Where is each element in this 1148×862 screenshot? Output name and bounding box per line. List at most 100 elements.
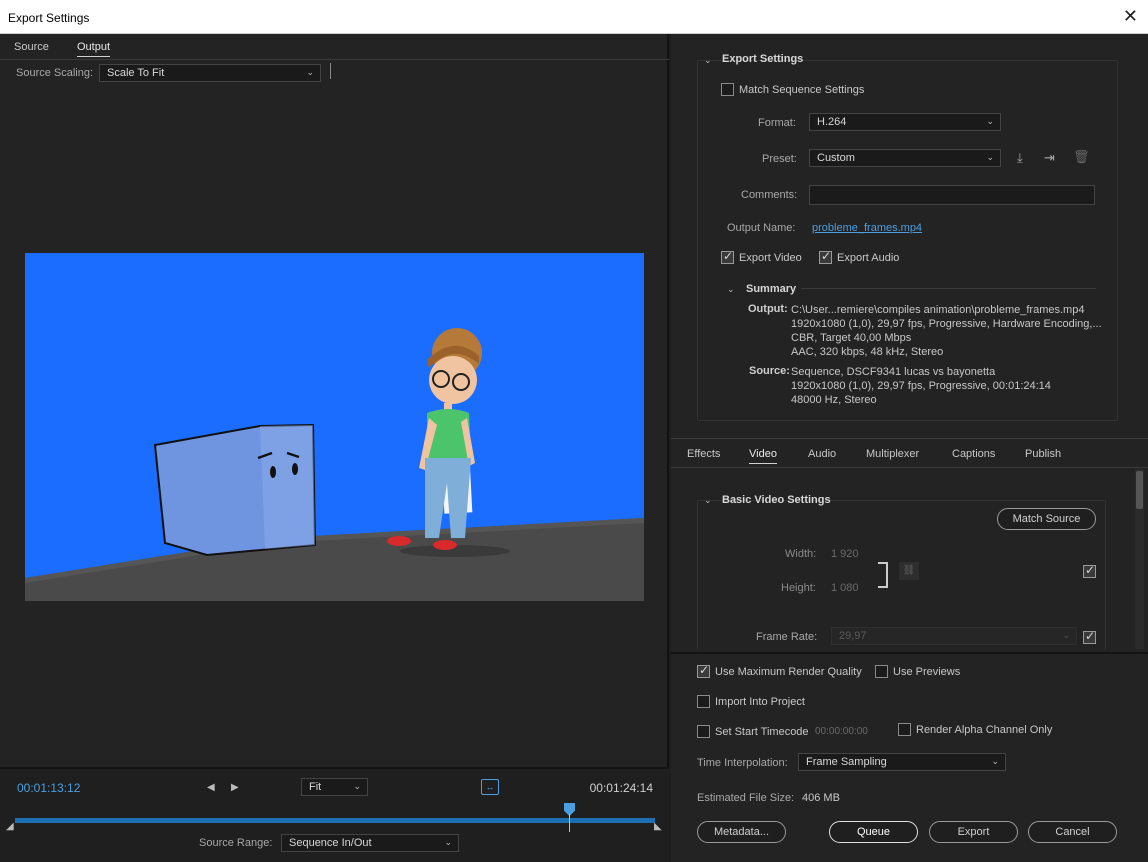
preset-label: Preset:: [762, 153, 797, 165]
import-into-project-checkbox[interactable]: [697, 695, 710, 708]
export-options: Use Maximum Render Quality Use Previews …: [671, 652, 1148, 862]
in-point-icon[interactable]: ◢: [6, 821, 14, 832]
render-alpha-label: Render Alpha Channel Only: [916, 724, 1053, 736]
import-preset-icon[interactable]: ⇥: [1044, 150, 1055, 166]
format-dropdown[interactable]: H.264 ⌄: [809, 113, 1001, 131]
chevron-down-icon[interactable]: ⌄: [704, 55, 712, 66]
metadata-button[interactable]: Metadata...: [697, 821, 786, 843]
output-name-label: Output Name:: [727, 222, 796, 234]
out-point-icon[interactable]: ◣: [654, 821, 662, 832]
source-range-value: Sequence In/Out: [289, 837, 372, 849]
start-timecode-checkbox[interactable]: [697, 725, 710, 738]
zoom-value: Fit: [309, 781, 322, 793]
chevron-down-icon: ⌄: [444, 837, 452, 847]
frame-rate-override-checkbox[interactable]: [1083, 629, 1096, 644]
export-button[interactable]: Export: [929, 821, 1018, 843]
render-alpha-checkbox[interactable]: [898, 723, 911, 736]
file-size-value: 406 MB: [802, 792, 840, 804]
summary-output-line: 1920x1080 (1,0), 29,97 fps, Progressive,…: [791, 318, 1102, 330]
tab-video[interactable]: Video: [749, 448, 777, 464]
dimension-bracket: [878, 562, 888, 588]
source-range-dropdown[interactable]: Sequence In/Out ⌄: [281, 834, 459, 852]
match-sequence-label: Match Sequence Settings: [739, 84, 865, 96]
summary-source-label: Source:: [749, 365, 790, 377]
comments-input[interactable]: [809, 185, 1095, 205]
current-timecode[interactable]: 00:01:13:12: [17, 781, 80, 795]
tab-audio[interactable]: Audio: [808, 448, 836, 460]
zoom-dropdown[interactable]: Fit ⌄: [301, 778, 368, 796]
height-label: Height:: [781, 582, 816, 594]
source-scaling-dropdown[interactable]: Scale To Fit ⌄: [99, 64, 321, 82]
link-icon[interactable]: ⛓: [899, 562, 919, 580]
source-scaling-value: Scale To Fit: [107, 67, 165, 79]
settings-pane: ⌄ Export Settings Match Sequence Setting…: [671, 34, 1148, 862]
window-title: Export Settings: [8, 11, 90, 25]
cancel-button[interactable]: Cancel: [1028, 821, 1117, 843]
chevron-down-icon[interactable]: ⌄: [727, 284, 735, 295]
import-into-project-label: Import Into Project: [715, 696, 805, 708]
start-timecode-value[interactable]: 00:00:00:00: [815, 726, 868, 737]
summary-output-line: CBR, Target 40,00 Mbps: [791, 332, 912, 344]
frame-rate-dropdown[interactable]: 29,97 ⌄: [831, 627, 1077, 645]
settings-scrollbar-thumb[interactable]: [1136, 471, 1143, 509]
summary-source-line: 48000 Hz, Stereo: [791, 394, 877, 406]
export-video-checkbox[interactable]: [721, 249, 734, 264]
use-previews-checkbox[interactable]: [875, 665, 888, 678]
summary-source-line: 1920x1080 (1,0), 29,97 fps, Progressive,…: [791, 380, 1051, 392]
start-timecode-label: Set Start Timecode: [715, 726, 809, 738]
export-audio-label: Export Audio: [837, 252, 900, 264]
step-back-icon[interactable]: ◀: [207, 782, 215, 793]
end-timecode: 00:01:24:14: [589, 781, 653, 795]
fit-frame-icon[interactable]: ↔: [481, 779, 499, 795]
tab-multiplexer[interactable]: Multiplexer: [866, 448, 919, 460]
preview-pane: Source Output Source Scaling: Scale To F…: [0, 34, 669, 862]
chevron-down-icon: ⌄: [1062, 630, 1070, 640]
width-value[interactable]: 1 920: [831, 548, 859, 560]
video-preview: [25, 253, 644, 601]
source-scaling-label: Source Scaling:: [16, 67, 94, 79]
tab-effects[interactable]: Effects: [687, 448, 720, 460]
source-scaling-row: Source Scaling: Scale To Fit ⌄: [0, 61, 669, 85]
source-range-label: Source Range:: [199, 837, 273, 849]
output-name-link[interactable]: probleme_frames.mp4: [812, 222, 922, 234]
close-icon[interactable]: ✕: [1123, 6, 1138, 27]
step-forward-icon[interactable]: ▶: [231, 782, 239, 793]
preset-dropdown[interactable]: Custom ⌄: [809, 149, 1001, 167]
time-interpolation-dropdown[interactable]: Frame Sampling ⌄: [798, 753, 1006, 771]
divider: [330, 63, 331, 79]
comments-label: Comments:: [741, 189, 798, 201]
dimensions-override-checkbox[interactable]: [1083, 563, 1096, 578]
frame-rate-value: 29,97: [839, 630, 867, 642]
match-sequence-checkbox[interactable]: [721, 83, 734, 96]
timeline-scrubber[interactable]: [15, 818, 655, 823]
tab-publish[interactable]: Publish: [1025, 448, 1061, 460]
tab-captions[interactable]: Captions: [952, 448, 995, 460]
tab-source[interactable]: Source: [14, 41, 49, 53]
use-previews-label: Use Previews: [893, 666, 961, 678]
chevron-down-icon: ⌄: [986, 152, 994, 162]
max-render-quality-label: Use Maximum Render Quality: [715, 666, 862, 678]
height-value[interactable]: 1 080: [831, 582, 859, 594]
delete-preset-icon[interactable]: 🗑: [1073, 149, 1090, 165]
settings-tabs: Effects Video Audio Multiplexer Captions…: [671, 438, 1148, 468]
summary-output-line: C:\User...remiere\compiles animation\pro…: [791, 304, 1085, 316]
summary-output-details: C:\User...remiere\compiles animation\pro…: [791, 303, 1102, 359]
cube-character: [153, 423, 317, 557]
match-source-button[interactable]: Match Source: [997, 508, 1096, 530]
max-render-quality-checkbox[interactable]: [697, 663, 710, 678]
preset-value: Custom: [817, 152, 855, 164]
export-settings-heading: Export Settings: [722, 53, 804, 65]
queue-button[interactable]: Queue: [829, 821, 918, 843]
chevron-down-icon[interactable]: ⌄: [704, 495, 712, 506]
export-audio-checkbox[interactable]: [819, 249, 832, 264]
width-label: Width:: [785, 548, 817, 560]
time-interpolation-value: Frame Sampling: [806, 756, 887, 768]
format-label: Format:: [758, 117, 796, 129]
save-preset-icon[interactable]: ⤓: [1017, 150, 1023, 166]
chevron-down-icon: ⌄: [991, 756, 999, 766]
time-interpolation-label: Time Interpolation:: [697, 757, 788, 769]
chevron-down-icon: ⌄: [306, 67, 314, 77]
tab-output[interactable]: Output: [77, 41, 111, 57]
chevron-down-icon: ⌄: [353, 781, 361, 791]
preview-tabs: Source Output: [0, 34, 669, 60]
